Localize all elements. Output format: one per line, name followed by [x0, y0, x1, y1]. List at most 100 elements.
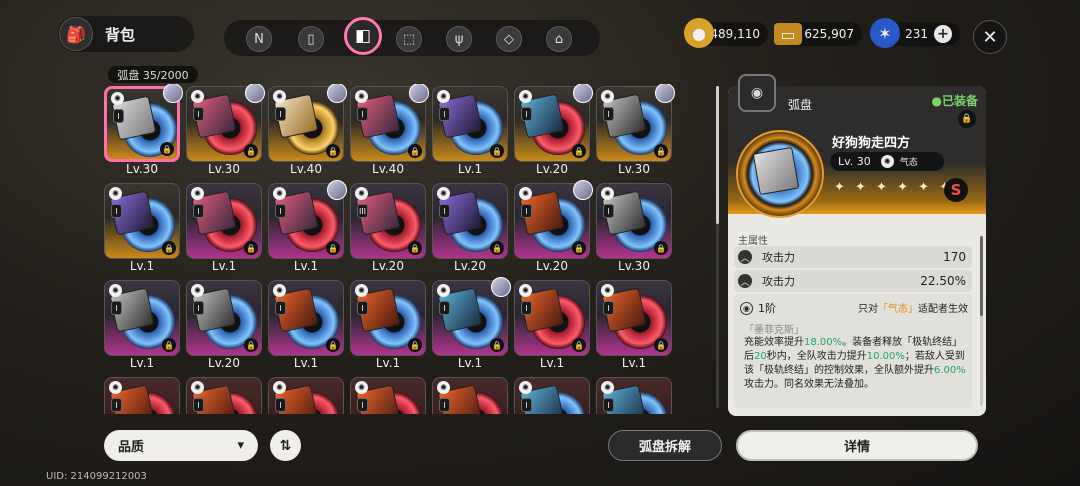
rank-badge: I — [439, 107, 450, 121]
lock-icon: 🔒 — [162, 241, 176, 255]
disc-artwork — [736, 130, 824, 218]
add-crystal-button[interactable]: + — [934, 25, 952, 43]
grade-badge: S — [944, 178, 968, 202]
disc-level: Lv.1 — [211, 259, 237, 273]
grid-scrollbar-thumb[interactable] — [716, 86, 719, 224]
attribute-icon: ✺ — [191, 284, 204, 297]
lock-icon: 🔒 — [408, 338, 422, 352]
disc-level: Lv.40 — [290, 162, 322, 176]
tab-house-icon[interactable]: ⌂ — [546, 26, 572, 52]
dismantle-button[interactable]: 弧盘拆解 — [608, 430, 722, 461]
equipped-avatar — [491, 277, 511, 297]
disc-thumbnail: ✺I🔒 — [596, 183, 672, 259]
lock-icon: 🔒 — [490, 144, 504, 158]
disc-level: Lv.1 — [129, 259, 155, 273]
effect-description: 充能效率提升18.00%。装备者释放「极轨终结」后20秒内，全队攻击力提升10.… — [744, 336, 970, 392]
effect-text-segment: 6.00% — [934, 365, 966, 376]
stat-value: 170 — [943, 250, 966, 264]
attribute-name: 气态 — [899, 158, 918, 168]
attribute-icon: ✺ — [273, 284, 286, 297]
disc-item-card[interactable]: ✺ III 🔒 Lv.20 — [350, 183, 426, 277]
stat-row: ︿ 攻击力 22.50% — [734, 270, 972, 292]
details-button[interactable]: 详情 — [736, 430, 978, 461]
lock-icon: 🔒 — [326, 338, 340, 352]
disc-thumbnail: ✺ III 🔒 — [350, 183, 426, 259]
stat-row: ︿ 攻击力 170 — [734, 246, 972, 268]
disc-thumbnail: ✺I🔒 — [432, 377, 508, 414]
disc-level: Lv.30 — [208, 162, 240, 176]
level-bar: Lv. 30 ✺ 气态 — [830, 152, 944, 171]
disc-item-card[interactable]: ✺ I 🔒 Lv.1 — [350, 280, 426, 374]
disc-item-card[interactable]: ✺ I 🔒 Lv.20 — [432, 183, 508, 277]
disc-item-card[interactable]: ✺I🔒 — [186, 377, 262, 414]
disc-level: Lv.30 — [126, 162, 158, 176]
quality-filter-dropdown[interactable]: 品质 ▾ — [104, 430, 258, 461]
disc-item-card[interactable]: ✺ I 🔒 Lv.30 — [186, 84, 265, 180]
disc-item-card[interactable]: ✺ I 🔒 Lv.1 — [514, 280, 590, 374]
effect-target-attr: 「气态」 — [878, 304, 918, 315]
tab-device-icon[interactable]: ▯ — [298, 26, 324, 52]
disc-item-card[interactable]: ✺ I 🔒 Lv.1 — [596, 280, 672, 374]
disc-item-card[interactable]: ✺ I 🔒 Lv.1 — [104, 183, 180, 277]
star-rating: ✦ ✦ ✦ ✦ ✦ ✦ — [834, 180, 954, 195]
effect-text-segment: 秒内，全队攻击力提升 — [766, 351, 867, 362]
tab-disc-case-icon[interactable]: ◧ — [344, 17, 382, 55]
tab-box-icon[interactable]: ⬚ — [396, 26, 422, 52]
stat-value: 22.50% — [920, 274, 966, 288]
disc-item-card[interactable]: ✺ I 🔒 Lv.30 — [596, 183, 672, 277]
user-id: UID: 214099212003 — [46, 471, 147, 482]
rank-badge: I — [193, 398, 204, 412]
disc-item-card[interactable]: ✺ I 🔒 Lv.40 — [350, 84, 429, 180]
effect-tier: 1阶 — [758, 302, 776, 315]
sort-button[interactable]: ⇅ — [270, 430, 301, 461]
panel-scrollbar-thumb[interactable] — [980, 236, 983, 316]
chevron-up-icon: ︿ — [738, 250, 752, 264]
disc-item-card[interactable]: ✺ I 🔒 Lv.20 — [186, 280, 262, 374]
disc-item-card[interactable]: ✺ I 🔒 Lv.1 — [268, 280, 344, 374]
disc-level: Lv.1 — [293, 356, 319, 370]
disc-item-card[interactable]: ✺ I 🔒 Lv.20 — [514, 84, 593, 180]
disc-item-card[interactable]: ✺ I 🔒 Lv.40 — [268, 84, 347, 180]
disc-item-card[interactable]: ✺I🔒 — [268, 377, 344, 414]
disc-item-card[interactable]: ✺ I 🔒 Lv.30 — [596, 84, 675, 180]
rank-badge: I — [111, 398, 122, 412]
tab-fork-knife-icon[interactable]: ψ — [446, 26, 472, 52]
effect-text-segment: 攻击力。同名效果无法叠加。 — [744, 379, 874, 390]
disc-item-card[interactable]: ✺I🔒 — [596, 377, 672, 414]
disc-item-card[interactable]: ✺ I 🔒 Lv.1 — [186, 183, 262, 277]
rank-badge: I — [357, 398, 368, 412]
tab-package-icon[interactable]: ◇ — [496, 26, 522, 52]
attribute-icon: ✺ — [519, 90, 532, 103]
effect-text-segment: 充能效率提升 — [744, 337, 804, 348]
rank-badge: I — [521, 301, 532, 315]
disc-item-card[interactable]: ✺ I 🔒 Lv.1 — [268, 180, 347, 277]
disc-level: Lv.1 — [375, 356, 401, 370]
disc-item-card[interactable]: ✺ I 🔒 Lv.30 — [104, 84, 183, 180]
disc-level: Lv.20 — [536, 162, 568, 176]
currency-crystal-value: 231 — [905, 27, 928, 41]
lock-icon: 🔒 — [244, 338, 258, 352]
chevron-down-icon: ▾ — [237, 438, 244, 453]
disc-level: Lv.20 — [372, 259, 404, 273]
disc-item-card[interactable]: ✺ I 🔒 Lv.1 — [104, 280, 180, 374]
disc-item-card[interactable]: ✺ I 🔒 Lv.1 — [432, 277, 511, 374]
disc-item-card[interactable]: ✺I🔒 — [104, 377, 180, 414]
disc-item-card[interactable]: ✺I🔒 — [432, 377, 508, 414]
lock-icon[interactable]: 🔒 — [958, 110, 976, 128]
stat-name: 攻击力 — [762, 251, 795, 264]
close-button[interactable]: ✕ — [973, 20, 1007, 54]
tab-n-logo-icon[interactable]: N — [246, 26, 272, 52]
rank-badge: I — [439, 301, 450, 315]
disc-item-card[interactable]: ✺I🔒 — [350, 377, 426, 414]
crystal-icon: ✶ — [870, 18, 900, 48]
disc-item-card[interactable]: ✺ I 🔒 Lv.20 — [514, 180, 593, 277]
attribute-icon: ✺ — [355, 187, 368, 200]
detail-panel: 弧盘 ●已装备 🔒 好狗狗走四方 Lv. 30 ✺ 气态 ✦ ✦ ✦ ✦ ✦ ✦… — [728, 86, 986, 416]
attribute-icon: ✺ — [437, 284, 450, 297]
attribute-icon: ✺ — [519, 187, 532, 200]
lock-icon: 🔒 — [408, 241, 422, 255]
disc-thumbnail: ✺I🔒 — [596, 377, 672, 414]
disc-item-card[interactable]: ✺ I 🔒 Lv.1 — [432, 86, 508, 180]
disc-item-card[interactable]: ✺I🔒 — [514, 377, 590, 414]
disc-level: Lv.1 — [457, 356, 483, 370]
